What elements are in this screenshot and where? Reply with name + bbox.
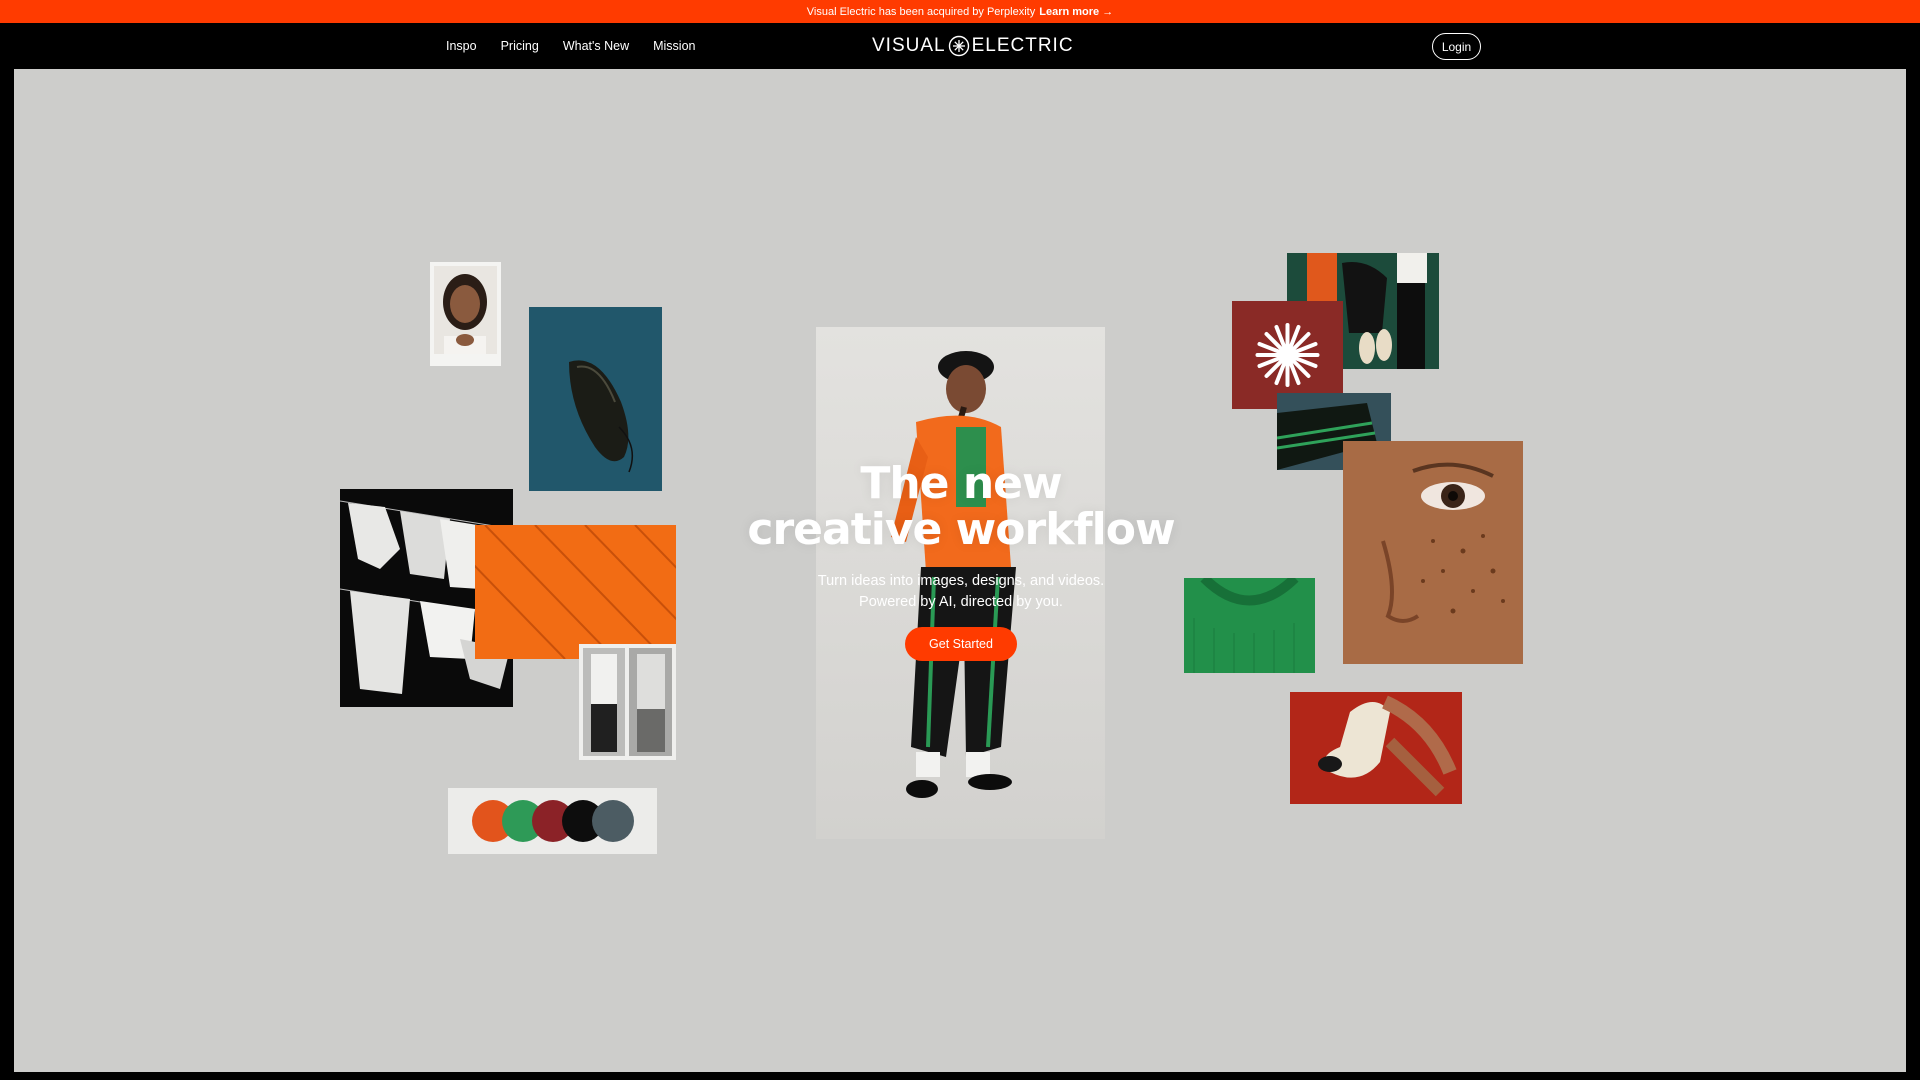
banner-text: Visual Electric has been acquired by Per…: [806, 5, 1036, 18]
nav-links: Inspo Pricing What's New Mission: [446, 23, 695, 69]
portrait-polaroid: [430, 262, 501, 366]
knit-image: [1184, 578, 1315, 673]
acquisition-banner: Visual Electric has been acquired by Per…: [0, 0, 1920, 23]
color-swatch-card: [448, 788, 657, 854]
logo-word-right: ELECTRIC: [971, 35, 1074, 56]
sun-icon: [948, 35, 969, 57]
banner-learn-more-link[interactable]: Learn more →: [1039, 6, 1113, 18]
nav-link-whats-new[interactable]: What's New: [563, 39, 629, 53]
swatch-slate: [592, 800, 634, 842]
sock-image: [1290, 692, 1462, 804]
hero-title: The new creative workflow: [747, 458, 1175, 555]
visual-electric-logo[interactable]: VISUAL ELECTRIC: [872, 35, 1074, 57]
orange-quilted-fabric: [475, 525, 676, 659]
shirt-photo-strips: [579, 644, 676, 760]
freckled-face-closeup: [1343, 441, 1523, 664]
black-shoe-on-blue: [529, 307, 662, 491]
hero-subtitle: Turn ideas into images, designs, and vid…: [817, 573, 1105, 610]
quilt-image: [475, 525, 676, 659]
get-started-button[interactable]: Get Started: [905, 627, 1017, 661]
nav-link-inspo[interactable]: Inspo: [446, 39, 477, 53]
shoe-image: [529, 307, 662, 491]
portrait-image: [434, 266, 497, 354]
login-button[interactable]: Login: [1432, 33, 1481, 60]
nav-link-pricing[interactable]: Pricing: [501, 39, 539, 53]
hero-text-block: The new creative workflow Turn ideas int…: [714, 461, 1208, 661]
sock-on-red: [1290, 692, 1462, 804]
hero-canvas: The new creative workflow Turn ideas int…: [14, 69, 1906, 1072]
top-nav: Inspo Pricing What's New Mission VISUAL …: [0, 23, 1920, 69]
green-knit-collar: [1184, 578, 1315, 673]
nav-link-mission[interactable]: Mission: [653, 39, 695, 53]
shirt-strips-image: [583, 648, 672, 756]
logo-word-left: VISUAL: [872, 35, 946, 56]
face-image: [1343, 441, 1523, 664]
